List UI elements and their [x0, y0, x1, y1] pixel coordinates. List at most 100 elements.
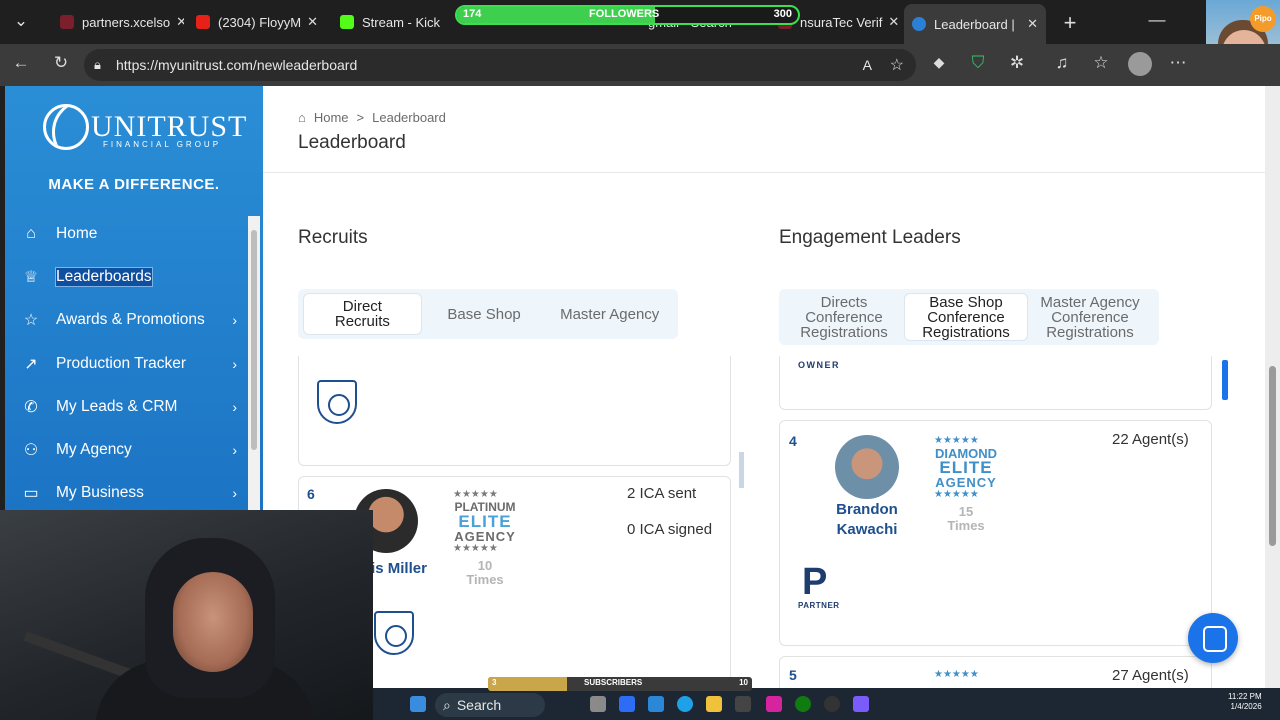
subscribers-current: 3	[492, 678, 497, 687]
subscribers-label: SUBSCRIBERS	[584, 678, 643, 687]
read-aloud-icon[interactable]: A	[863, 57, 872, 73]
tab-direct-recruits[interactable]: Direct Recruits	[303, 293, 422, 335]
browser-tab-active[interactable]: Leaderboard | ✕	[904, 4, 1046, 44]
sidebar-item-leads-crm[interactable]: ✆ My Leads & CRM ›	[5, 385, 245, 428]
sidebar-scrollbar[interactable]	[248, 216, 260, 510]
stars-icon: ★★★★★	[934, 489, 979, 500]
sidebar-item-label: Awards & Promotions	[56, 311, 205, 329]
task-view-icon[interactable]	[590, 696, 606, 712]
refresh-icon[interactable]: ↻	[49, 53, 73, 73]
chart-icon: ↗	[24, 355, 38, 373]
agent-avatar	[835, 435, 899, 499]
owner-label: OWNER	[798, 360, 840, 370]
sticker-text: Pipo	[1250, 6, 1276, 32]
search-icon: ⌕	[443, 696, 451, 713]
tab-master-agency-conference[interactable]: Master Agency Conference Registrations	[1028, 295, 1152, 340]
taskbar-clock[interactable]: 11:22 PM 1/4/2026	[1228, 692, 1262, 712]
sidebar-item-leaderboards[interactable]: ♕ Leaderboards	[5, 255, 245, 298]
sidebar-item-home[interactable]: ⌂ Home	[5, 212, 245, 255]
agent-count: 27 Agent(s)	[1112, 667, 1189, 684]
store-icon[interactable]	[735, 696, 751, 712]
tab-close-icon[interactable]: ✕	[170, 14, 184, 30]
sidebar-scrollbar-thumb[interactable]	[251, 230, 257, 450]
outlook-icon[interactable]	[648, 696, 664, 712]
collections-icon[interactable]: ♫	[1050, 53, 1074, 73]
tab-favicon-icon	[912, 17, 926, 31]
chevron-right-icon: ›	[232, 398, 237, 415]
tab-close-icon[interactable]: ✕	[882, 14, 899, 30]
back-arrow-icon[interactable]: ←	[9, 53, 33, 73]
tab-master-agency[interactable]: Master Agency	[546, 307, 673, 322]
xbox-icon[interactable]	[795, 696, 811, 712]
followers-current: 174	[463, 8, 482, 20]
extensions-puzzle-icon[interactable]: ✲	[1005, 53, 1029, 73]
tab-base-shop[interactable]: Base Shop	[422, 307, 547, 322]
tab-close-icon[interactable]: ✕	[1021, 16, 1038, 32]
rank-number: 4	[789, 433, 797, 449]
partner-logo-letter: P	[802, 561, 828, 603]
sidebar-item-production-tracker[interactable]: ↗ Production Tracker ›	[5, 342, 245, 385]
profile-avatar-icon[interactable]	[1128, 52, 1152, 76]
browser-tab[interactable]: Stream - Kick	[332, 6, 460, 38]
trophy-icon: ♕	[23, 268, 39, 286]
favorites-icon[interactable]: ☆	[1089, 53, 1113, 73]
clock-date: 1/4/2026	[1230, 702, 1262, 711]
url-field[interactable]: 🔒︎ https://myunitrust.com/newleaderboard…	[84, 49, 916, 81]
instagram-icon[interactable]	[766, 696, 782, 712]
tab-label: nsuraTec Verif	[800, 14, 883, 30]
breadcrumb-current: Leaderboard	[372, 110, 446, 125]
browser-tab[interactable]: partners.xcelso ✕	[52, 6, 184, 38]
home-icon: ⌂	[298, 110, 306, 125]
kick-icon	[340, 15, 354, 29]
subscribers-goal: 10	[739, 678, 748, 687]
chevron-right-icon: ›	[232, 442, 237, 459]
chat-bubble-icon[interactable]	[1188, 613, 1238, 663]
more-menu-icon[interactable]: ⋯	[1166, 53, 1190, 73]
minimize-icon[interactable]: —	[1145, 10, 1169, 30]
tab-label: partners.xcelso	[82, 14, 171, 30]
tier-bottom: AGENCY	[454, 529, 516, 544]
sidebar-item-awards[interactable]: ☆ Awards & Promotions ›	[5, 299, 245, 342]
file-explorer-icon[interactable]	[706, 696, 722, 712]
logo-brand: UNITRUST	[91, 110, 248, 143]
tab-label: Stream - Kick	[362, 14, 441, 30]
tab-directs-conference[interactable]: Directs Conference Registrations	[784, 295, 904, 340]
page-title: Leaderboard	[298, 132, 406, 153]
edge-icon[interactable]	[677, 696, 693, 712]
sidebar-item-my-agency[interactable]: ⚇ My Agency ›	[5, 428, 245, 471]
tier-mid: ELITE	[939, 458, 993, 477]
new-tab-plus-icon[interactable]: +	[1058, 10, 1082, 36]
agent-name[interactable]: Brandon Kawachi	[822, 500, 912, 540]
breadcrumb-home[interactable]: Home	[314, 110, 349, 125]
stars-icon: ★★★★★	[453, 543, 498, 554]
engagement-card: OWNER	[779, 356, 1212, 410]
tab-label: Leaderboard |	[934, 16, 1015, 32]
tab-base-shop-conference[interactable]: Base Shop Conference Registrations	[904, 293, 1028, 341]
page-scrollbar[interactable]	[1265, 86, 1280, 688]
recruits-scrollbar-thumb[interactable]	[739, 452, 744, 488]
windows-start-icon[interactable]	[410, 696, 426, 712]
extension-icon[interactable]: ◆	[927, 54, 951, 71]
ica-sent: 2 ICA sent	[627, 485, 697, 502]
followers-goal: 300	[773, 8, 792, 20]
tab-list-chevron-icon[interactable]: ⌄	[9, 11, 33, 31]
phone-icon: ✆	[24, 398, 38, 416]
tagline: MAKE A DIFFERENCE.	[48, 176, 220, 193]
engagement-card: 4 Brandon Kawachi ★★★★★ DIAMOND ELITE AGE…	[779, 420, 1212, 646]
sidebar-item-label: My Business	[56, 484, 144, 502]
app-icon[interactable]	[853, 696, 869, 712]
sidebar-item-my-business[interactable]: ▭ My Business ›	[5, 472, 245, 515]
youtube-icon	[196, 15, 210, 29]
shield-extension-icon[interactable]: ⛉	[966, 53, 990, 73]
page-scrollbar-thumb[interactable]	[1269, 366, 1276, 546]
browser-tab[interactable]: (2304) FloyyM ✕	[188, 6, 326, 38]
zoom-icon[interactable]	[619, 696, 635, 712]
engagement-scrollbar-thumb[interactable]	[1222, 360, 1228, 400]
insuratec-badge-icon	[374, 611, 414, 655]
chatgpt-icon[interactable]	[824, 696, 840, 712]
tab-close-icon[interactable]: ✕	[301, 14, 318, 30]
favorite-star-icon[interactable]: ☆	[890, 55, 904, 75]
times-label: Times	[466, 572, 504, 587]
taskbar-search[interactable]: ⌕ Search	[435, 693, 545, 717]
engagement-tabs: Directs Conference Registrations Base Sh…	[779, 289, 1159, 345]
